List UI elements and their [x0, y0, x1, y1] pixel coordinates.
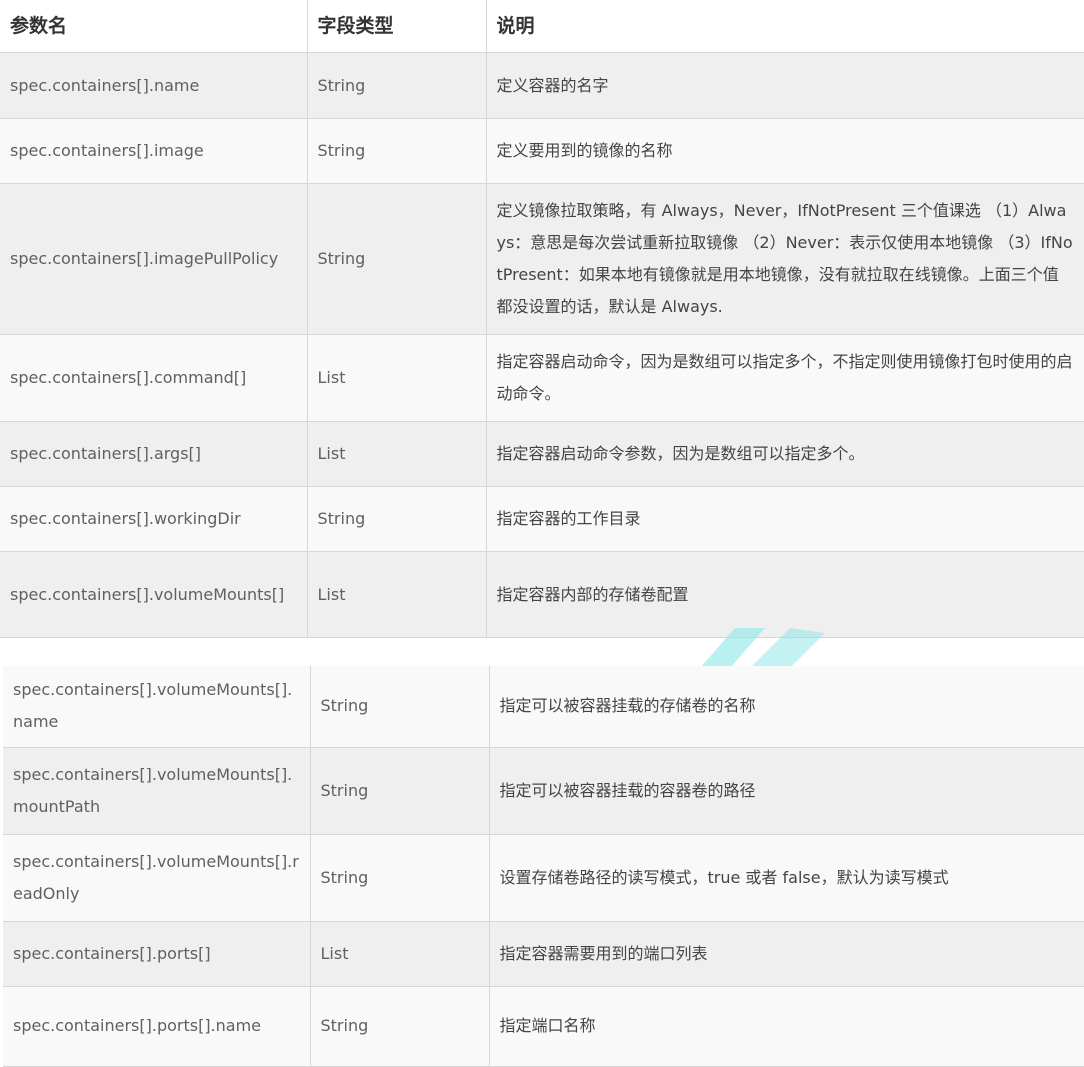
type-cell: List	[310, 921, 490, 987]
desc-cell: 指定可以被容器挂载的容器卷的路径	[489, 747, 1084, 835]
desc-cell: 指定可以被容器挂载的存储卷的名称	[489, 666, 1084, 748]
type-cell: String	[307, 183, 487, 335]
table-row: spec.containers[].volumeMounts[].name St…	[3, 666, 1084, 748]
param-cell: spec.containers[].volumeMounts[]	[0, 551, 308, 638]
table-row: spec.containers[].args[] List 指定容器启动命令参数…	[0, 421, 1084, 487]
table-row: spec.containers[].command[] List 指定容器启动命…	[0, 334, 1084, 422]
table-row: spec.containers[].workingDir String 指定容器…	[0, 486, 1084, 552]
header-param: 参数名	[0, 0, 308, 53]
param-cell: spec.containers[].volumeMounts[].mountPa…	[3, 747, 311, 835]
header-type: 字段类型	[307, 0, 487, 53]
header-desc: 说明	[486, 0, 1084, 53]
type-cell: String	[307, 52, 487, 119]
table-row: spec.containers[].ports[] List 指定容器需要用到的…	[3, 921, 1084, 987]
desc-cell: 指定容器启动命令参数，因为是数组可以指定多个。	[486, 421, 1084, 487]
desc-cell: 指定容器的工作目录	[486, 486, 1084, 552]
type-cell: List	[307, 334, 487, 422]
param-cell: spec.containers[].image	[0, 118, 308, 184]
table-row: spec.containers[].name String 定义容器的名字	[0, 52, 1084, 119]
desc-cell: 指定容器需要用到的端口列表	[489, 921, 1084, 987]
param-cell: spec.containers[].volumeMounts[].readOnl…	[3, 834, 311, 922]
table-header-row: 参数名 字段类型 说明	[0, 0, 1084, 53]
param-cell: spec.containers[].ports[].name	[3, 986, 311, 1067]
desc-cell: 定义镜像拉取策略，有 Always，Never，IfNotPresent 三个值…	[486, 183, 1084, 335]
desc-cell: 指定端口名称	[489, 986, 1084, 1067]
type-cell: List	[307, 551, 487, 638]
desc-cell: 设置存储卷路径的读写模式，true 或者 false，默认为读写模式	[489, 834, 1084, 922]
table-row: spec.containers[].image String 定义要用到的镜像的…	[0, 118, 1084, 184]
desc-cell: 定义要用到的镜像的名称	[486, 118, 1084, 184]
params-table-bottom: spec.containers[].volumeMounts[].name St…	[3, 666, 1084, 1067]
param-cell: spec.containers[].workingDir	[0, 486, 308, 552]
table-row: spec.containers[].volumeMounts[].mountPa…	[3, 747, 1084, 835]
type-cell: String	[307, 486, 487, 552]
param-cell: spec.containers[].volumeMounts[].name	[3, 666, 311, 748]
type-cell: String	[310, 834, 490, 922]
params-table-top: 参数名 字段类型 说明 spec.containers[].name Strin…	[0, 0, 1084, 638]
desc-cell: 定义容器的名字	[486, 52, 1084, 119]
type-cell: String	[310, 747, 490, 835]
param-cell: spec.containers[].command[]	[0, 334, 308, 422]
table-row: spec.containers[].imagePullPolicy String…	[0, 183, 1084, 335]
type-cell: String	[310, 986, 490, 1067]
type-cell: String	[310, 666, 490, 748]
type-cell: List	[307, 421, 487, 487]
table-row: spec.containers[].volumeMounts[].readOnl…	[3, 834, 1084, 922]
param-cell: spec.containers[].imagePullPolicy	[0, 183, 308, 335]
desc-cell: 指定容器启动命令，因为是数组可以指定多个，不指定则使用镜像打包时使用的启动命令。	[486, 334, 1084, 422]
table-row: spec.containers[].volumeMounts[] List 指定…	[0, 551, 1084, 638]
param-cell: spec.containers[].args[]	[0, 421, 308, 487]
table-row: spec.containers[].ports[].name String 指定…	[3, 986, 1084, 1067]
type-cell: String	[307, 118, 487, 184]
desc-cell: 指定容器内部的存储卷配置	[486, 551, 1084, 638]
param-cell: spec.containers[].ports[]	[3, 921, 311, 987]
param-cell: spec.containers[].name	[0, 52, 308, 119]
